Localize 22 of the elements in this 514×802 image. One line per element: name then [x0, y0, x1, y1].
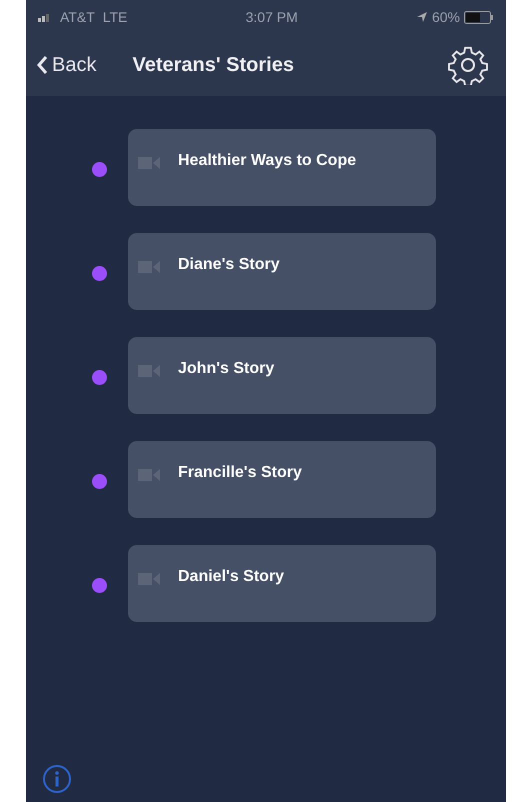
settings-icon[interactable] — [448, 45, 488, 85]
story-card[interactable]: Diane's Story — [128, 233, 436, 310]
clock-label: 3:07 PM — [246, 8, 298, 26]
status-dot — [92, 162, 107, 177]
signal-icon — [38, 12, 52, 22]
status-dot — [92, 370, 107, 385]
screen-title: Veterans' Stories — [132, 53, 294, 78]
story-card[interactable]: Daniel's Story — [128, 545, 436, 622]
story-card[interactable]: Francille's Story — [128, 441, 436, 518]
network-label: LTE — [102, 8, 128, 26]
carrier-label: AT&T — [60, 8, 95, 26]
location-icon — [416, 11, 428, 23]
status-dot — [92, 266, 107, 281]
story-card[interactable]: John's Story — [128, 337, 436, 414]
status-dot — [92, 474, 107, 489]
story-card[interactable]: Healthier Ways to Cope — [128, 129, 436, 206]
battery-icon — [464, 10, 494, 24]
back-button[interactable]: Back — [36, 50, 96, 80]
info-icon[interactable] — [40, 764, 74, 794]
chevron-icon — [36, 55, 48, 75]
status-dot — [92, 578, 107, 593]
battery-label: 60% — [432, 8, 460, 26]
